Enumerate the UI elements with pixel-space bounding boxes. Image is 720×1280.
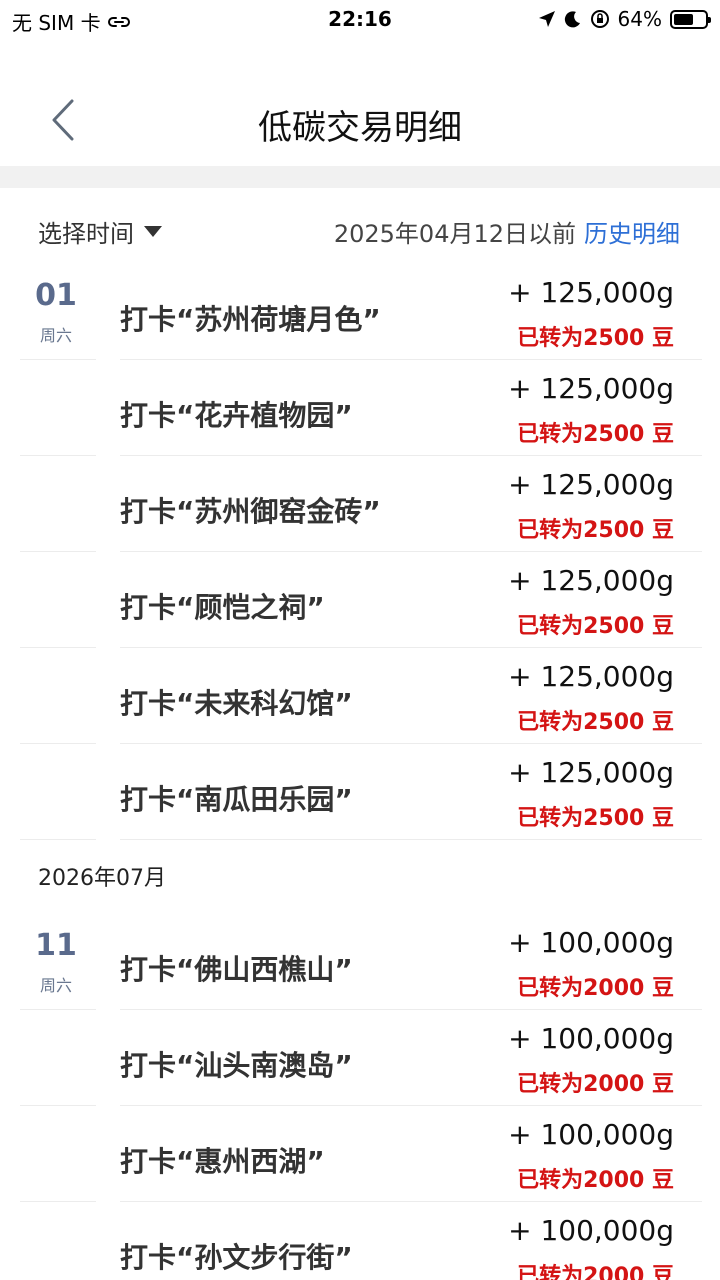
item-title: 打卡“佛山西樵山”: [120, 953, 353, 986]
section-divider: [0, 166, 720, 188]
list-row: 01 周六 打卡“苏州荷塘月色” + 125,000g 已转为2500 豆: [0, 264, 720, 360]
item-conversion-note: 已转为2000 豆: [517, 1072, 674, 1097]
date-column: [20, 552, 96, 648]
list-row: 打卡“孙文步行街” + 100,000g 已转为2000 豆: [0, 1202, 720, 1280]
list-item[interactable]: 打卡“佛山西樵山” + 100,000g 已转为2000 豆: [120, 914, 702, 1010]
item-amount: + 100,000g: [508, 926, 674, 959]
list-row: 打卡“苏州御窑金砖” + 125,000g 已转为2500 豆: [0, 456, 720, 552]
time-select-dropdown[interactable]: 选择时间: [38, 214, 162, 249]
list-item[interactable]: 打卡“苏州荷塘月色” + 125,000g 已转为2500 豆: [120, 264, 702, 360]
item-amount: + 100,000g: [508, 1118, 674, 1151]
list-item[interactable]: 打卡“未来科幻馆” + 125,000g 已转为2500 豆: [120, 648, 702, 744]
list-row: 打卡“未来科幻馆” + 125,000g 已转为2500 豆: [0, 648, 720, 744]
list-item[interactable]: 打卡“花卉植物园” + 125,000g 已转为2500 豆: [120, 360, 702, 456]
item-title: 打卡“南瓜田乐园”: [120, 783, 353, 816]
list-row: 打卡“花卉植物园” + 125,000g 已转为2500 豆: [0, 360, 720, 456]
item-conversion-note: 已转为2500 豆: [517, 614, 674, 639]
date-weekday: 周六: [39, 976, 72, 995]
date-column: 11 周六: [20, 914, 96, 1010]
nav-bar: 低碳交易明细: [0, 40, 720, 166]
month-label: 2026年07月: [38, 866, 166, 891]
list-item[interactable]: 打卡“苏州御窑金砖” + 125,000g 已转为2500 豆: [120, 456, 702, 552]
triangle-down-icon: [144, 226, 162, 237]
item-title: 打卡“苏州御窑金砖”: [120, 495, 381, 528]
item-amount: + 125,000g: [508, 756, 674, 789]
battery-icon: [670, 9, 711, 29]
item-conversion-note: 已转为2500 豆: [517, 518, 674, 543]
item-conversion-note: 已转为2000 豆: [517, 1168, 674, 1193]
date-column: [20, 1010, 96, 1106]
list-row: 打卡“顾恺之祠” + 125,000g 已转为2500 豆: [0, 552, 720, 648]
history-detail-link[interactable]: 历史明细: [584, 214, 680, 249]
item-conversion-note: 已转为2500 豆: [517, 422, 674, 447]
item-title: 打卡“汕头南澳岛”: [120, 1049, 353, 1082]
list-row: 11 周六 打卡“佛山西樵山” + 100,000g 已转为2000 豆: [0, 914, 720, 1010]
filter-right: 2025年04月12日以前 历史明细: [334, 214, 680, 249]
list-item[interactable]: 打卡“惠州西湖” + 100,000g 已转为2000 豆: [120, 1106, 702, 1202]
battery-percent: 64%: [617, 7, 662, 31]
date-column: [20, 1202, 96, 1280]
item-conversion-note: 已转为2500 豆: [517, 710, 674, 735]
item-amount: + 125,000g: [508, 276, 674, 309]
item-title: 打卡“苏州荷塘月色”: [120, 303, 381, 336]
date-day: 01: [35, 278, 77, 313]
location-arrow-icon: [538, 11, 555, 27]
status-right: 64%: [538, 7, 711, 31]
item-title: 打卡“惠州西湖”: [120, 1145, 325, 1178]
date-weekday: 周六: [39, 326, 72, 345]
page-title: 低碳交易明细: [258, 108, 462, 148]
item-amount: + 125,000g: [508, 468, 674, 501]
list-row: 打卡“南瓜田乐园” + 125,000g 已转为2500 豆: [0, 744, 720, 840]
time-select-label: 选择时间: [38, 220, 134, 248]
filter-bar: 选择时间 2025年04月12日以前 历史明细: [0, 188, 720, 268]
item-amount: + 100,000g: [508, 1214, 674, 1247]
status-bar: 无 SIM 卡 22:16 64%: [0, 0, 720, 40]
list-item[interactable]: 打卡“孙文步行街” + 100,000g 已转为2000 豆: [120, 1202, 702, 1280]
battery-fill: [674, 13, 694, 25]
item-amount: + 125,000g: [508, 660, 674, 693]
date-day: 11: [35, 928, 77, 963]
item-amount: + 125,000g: [508, 564, 674, 597]
item-amount: + 125,000g: [508, 372, 674, 405]
item-conversion-note: 已转为2500 豆: [517, 806, 674, 831]
before-date-text: 2025年04月12日以前: [333, 220, 576, 248]
item-title: 打卡“花卉植物园”: [120, 399, 353, 432]
moon-icon: [564, 11, 580, 28]
item-title: 打卡“未来科幻馆”: [120, 687, 353, 720]
list-row: 打卡“汕头南澳岛” + 100,000g 已转为2000 豆: [0, 1010, 720, 1106]
item-amount: + 100,000g: [508, 1022, 674, 1055]
item-conversion-note: 已转为2000 豆: [517, 976, 674, 1001]
date-column: [20, 360, 96, 456]
transaction-list: 01 周六 打卡“苏州荷塘月色” + 125,000g 已转为2500 豆打卡“花卉植物…: [0, 264, 720, 1280]
item-title: 打卡“顾恺之祠”: [120, 591, 325, 624]
list-item[interactable]: 打卡“顾恺之祠” + 125,000g 已转为2500 豆: [120, 552, 702, 648]
date-column: 01 周六: [20, 264, 96, 360]
list-row: 打卡“惠州西湖” + 100,000g 已转为2000 豆: [0, 1106, 720, 1202]
month-header: 2026年07月: [0, 840, 720, 914]
date-column: [20, 1106, 96, 1202]
date-column: [20, 456, 96, 552]
date-column: [20, 744, 96, 840]
list-item[interactable]: 打卡“南瓜田乐园” + 125,000g 已转为2500 豆: [120, 744, 702, 840]
date-column: [20, 648, 96, 744]
rotation-lock-icon: [590, 10, 609, 28]
item-conversion-note: 已转为2000 豆: [517, 1264, 674, 1280]
item-conversion-note: 已转为2500 豆: [517, 326, 674, 351]
item-title: 打卡“孙文步行街”: [120, 1241, 353, 1274]
list-item[interactable]: 打卡“汕头南澳岛” + 100,000g 已转为2000 豆: [120, 1010, 702, 1106]
